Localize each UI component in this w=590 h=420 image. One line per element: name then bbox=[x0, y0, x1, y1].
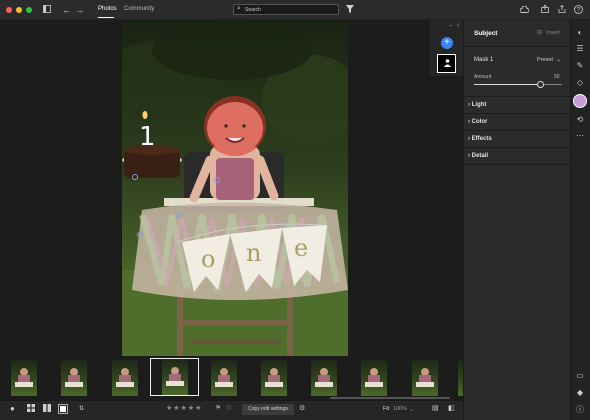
section-color-label: Color bbox=[471, 119, 488, 125]
mask-name: Mask 1 bbox=[474, 57, 494, 63]
fit-zoom-label[interactable]: Fit bbox=[383, 406, 389, 412]
section-effects-label: Effects bbox=[471, 136, 492, 142]
chevron-right-icon: › bbox=[468, 119, 470, 125]
share-icon[interactable] bbox=[541, 4, 549, 15]
preset-dropdown[interactable]: Preset ⌄ bbox=[537, 57, 561, 63]
side-by-side-icon[interactable] bbox=[43, 404, 51, 415]
chevron-right-icon: › bbox=[468, 153, 470, 159]
history-icon[interactable]: ⟲ bbox=[574, 115, 586, 124]
more-icon[interactable]: ⋯ bbox=[574, 131, 586, 140]
filmstrip-thumb[interactable] bbox=[458, 360, 463, 396]
filmstrip-thumb[interactable] bbox=[412, 360, 438, 396]
section-light-label: Light bbox=[471, 102, 487, 108]
divider bbox=[463, 130, 570, 131]
amount-slider-knob[interactable] bbox=[536, 81, 544, 88]
divider bbox=[463, 113, 570, 114]
search-icon: ⌕ bbox=[237, 5, 241, 12]
candle-number: 1 bbox=[139, 122, 156, 152]
section-detail-label: Detail bbox=[471, 153, 489, 159]
filmstrip-toggle-icon[interactable]: ▤ bbox=[432, 404, 439, 414]
divider bbox=[463, 46, 570, 47]
banner-letter-e: e bbox=[294, 234, 309, 262]
reject-flag-icon[interactable]: ⚐ bbox=[226, 404, 232, 414]
forward-arrow-icon[interactable]: → bbox=[75, 5, 84, 15]
search-placeholder: Search bbox=[245, 6, 261, 13]
main-photo[interactable]: 1 o n e bbox=[122, 20, 348, 360]
sliders-icon[interactable]: ☰ bbox=[574, 44, 586, 53]
filmstrip-thumb[interactable] bbox=[11, 360, 37, 396]
flag-icon[interactable]: ⚑ bbox=[215, 404, 221, 414]
section-light[interactable]: › Light bbox=[468, 102, 486, 108]
panel-title: Subject bbox=[474, 30, 498, 37]
filmstrip-scrollbar[interactable] bbox=[330, 397, 450, 399]
filmstrip-thumb[interactable] bbox=[261, 360, 287, 396]
settings-gear-icon[interactable]: ⚙ bbox=[299, 404, 305, 414]
amount-slider-fill bbox=[474, 84, 540, 85]
zoom-level[interactable]: 100% bbox=[393, 406, 407, 412]
section-color[interactable]: › Color bbox=[468, 119, 487, 125]
divider bbox=[463, 164, 570, 165]
filmstrip-thumb[interactable] bbox=[311, 360, 337, 396]
grid-view-icon[interactable] bbox=[27, 404, 35, 415]
edit-icon[interactable]: ◐ bbox=[574, 28, 586, 37]
divider bbox=[463, 147, 570, 148]
masking-icon[interactable] bbox=[573, 94, 587, 108]
divider bbox=[463, 96, 570, 97]
amount-label: Amount bbox=[474, 74, 492, 80]
filmstrip-thumb[interactable] bbox=[211, 360, 237, 396]
invert-button[interactable]: ⊟ Invert bbox=[537, 29, 563, 38]
rating-stars[interactable]: ★★★★★ bbox=[166, 404, 202, 412]
collapse-masks-icon[interactable]: ⇔ bbox=[448, 23, 454, 29]
filmstrip-thumb[interactable] bbox=[112, 360, 138, 396]
back-arrow-icon[interactable]: ← bbox=[62, 5, 71, 15]
chevron-down-icon: ⌄ bbox=[556, 57, 562, 63]
zoom-chevron-down-icon[interactable]: ⌄ bbox=[409, 405, 414, 415]
mask-edit-panel bbox=[463, 20, 570, 420]
filmstrip-thumb[interactable] bbox=[61, 360, 87, 396]
section-effects[interactable]: › Effects bbox=[468, 136, 492, 142]
hide-masks-arrow-icon[interactable]: ‹ bbox=[457, 22, 459, 29]
eraser-icon[interactable]: ◇ bbox=[574, 78, 586, 87]
banner-letter-o: o bbox=[201, 245, 216, 273]
plus-icon: + bbox=[444, 37, 450, 48]
heal-icon[interactable]: ✎ bbox=[574, 61, 586, 70]
single-view-icon[interactable] bbox=[58, 404, 68, 417]
banner-letter-n: n bbox=[246, 239, 262, 267]
filmstrip-thumb-selected[interactable] bbox=[150, 358, 199, 396]
mask-thumbnail[interactable] bbox=[437, 54, 456, 73]
help-icon[interactable]: ? bbox=[574, 5, 583, 16]
comment-icon[interactable]: ▭ bbox=[574, 371, 586, 380]
invert-icon: ⊟ bbox=[537, 30, 543, 36]
chevron-right-icon: › bbox=[468, 136, 470, 142]
chevron-right-icon: › bbox=[468, 102, 470, 108]
copy-edit-settings-button[interactable]: Copy edit settings bbox=[242, 404, 294, 415]
filmstrip-thumb[interactable] bbox=[361, 360, 387, 396]
sidebar-toggle-icon[interactable] bbox=[43, 5, 51, 15]
tab-community[interactable]: Community bbox=[124, 6, 154, 12]
active-tab-indicator bbox=[98, 17, 114, 18]
section-detail[interactable]: › Detail bbox=[468, 153, 488, 159]
tab-photos[interactable]: Photos bbox=[98, 6, 117, 12]
amount-value[interactable]: 50 bbox=[554, 74, 560, 80]
search-input[interactable]: ⌕ Search bbox=[233, 4, 339, 15]
cloud-icon[interactable] bbox=[519, 5, 530, 15]
invert-label: Invert bbox=[545, 30, 560, 36]
person-icon bbox=[444, 59, 451, 69]
sort-icon[interactable]: ⇅ bbox=[79, 404, 84, 414]
compare-circle-icon[interactable]: ● bbox=[10, 404, 15, 414]
filter-icon[interactable] bbox=[346, 5, 354, 15]
export-icon[interactable] bbox=[558, 4, 566, 15]
before-after-icon[interactable]: ◧ bbox=[448, 404, 455, 414]
info-icon[interactable]: ⓘ bbox=[574, 404, 586, 415]
maximize-window-button[interactable] bbox=[26, 7, 32, 13]
tag-icon[interactable]: ◆ bbox=[574, 388, 586, 397]
add-mask-button[interactable]: + bbox=[441, 37, 453, 49]
minimize-window-button[interactable] bbox=[16, 7, 22, 13]
close-window-button[interactable] bbox=[6, 7, 12, 13]
preset-label: Preset bbox=[537, 57, 553, 63]
